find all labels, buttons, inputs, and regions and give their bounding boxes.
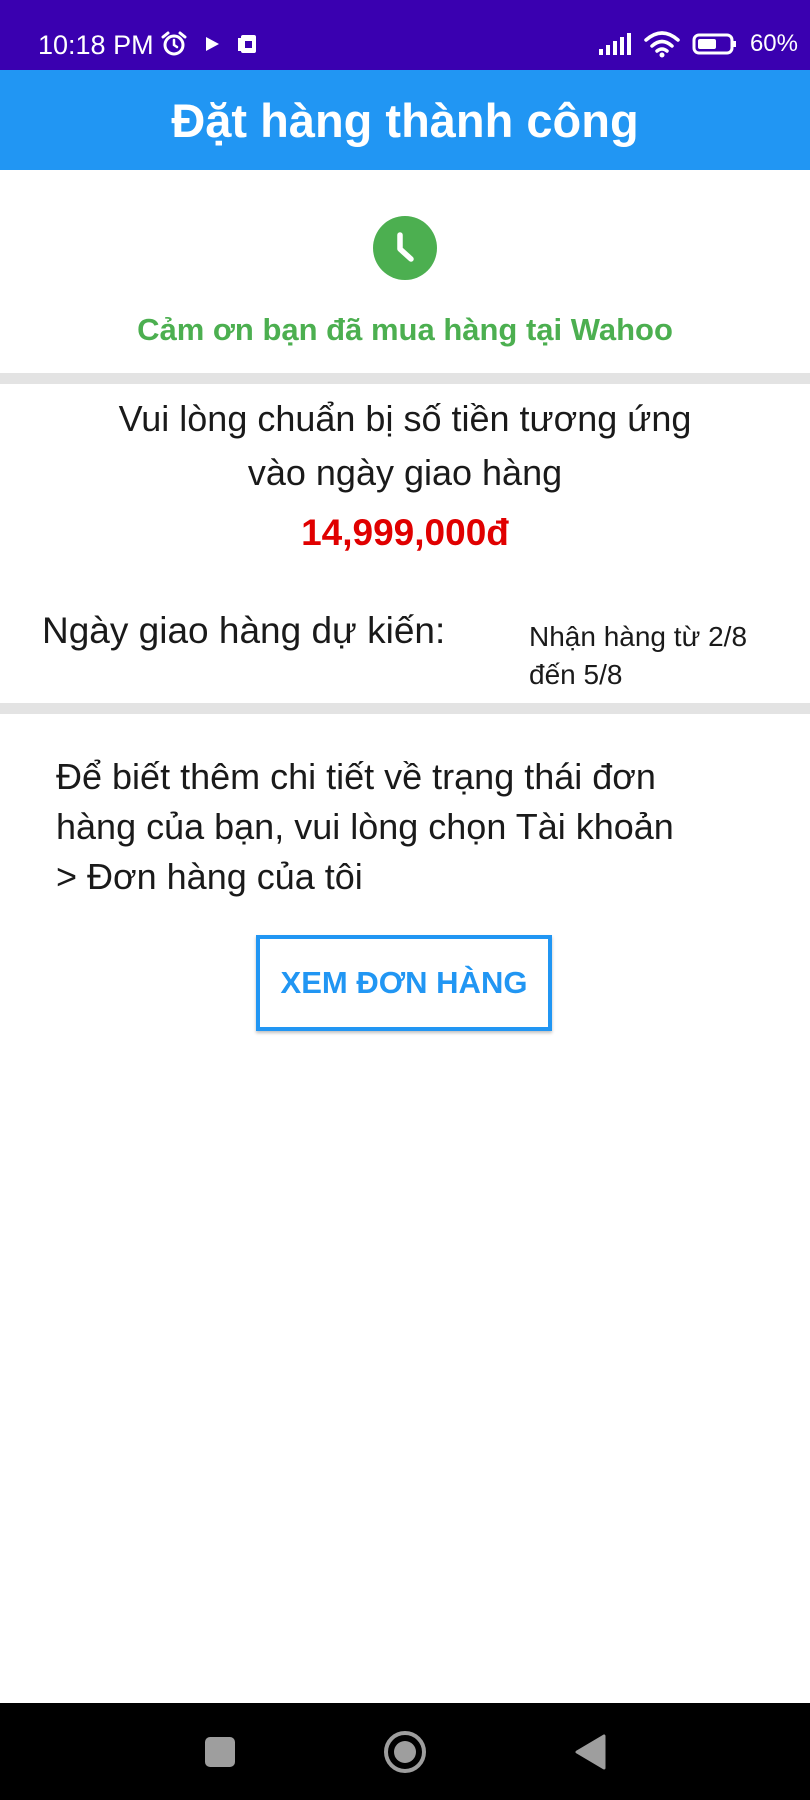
home-icon xyxy=(384,1730,426,1773)
delivery-date-line: đến 5/8 xyxy=(529,659,623,690)
recents-button[interactable] xyxy=(170,1703,270,1800)
info-line: > Đơn hàng của tôi xyxy=(56,856,363,897)
order-status-info: Để biết thêm chi tiết về trạng thái đơn … xyxy=(56,752,766,902)
home-button[interactable] xyxy=(355,1703,455,1800)
battery-icon xyxy=(692,33,736,55)
payment-instruction: Vui lòng chuẩn bị số tiền tương ứng vào … xyxy=(80,392,730,500)
alarm-icon xyxy=(161,31,187,56)
status-icons-right: 60% xyxy=(598,30,798,58)
play-icon xyxy=(206,37,219,51)
app-bar: Đặt hàng thành công xyxy=(0,70,810,170)
page-title: Đặt hàng thành công xyxy=(171,93,639,147)
info-line: hàng của bạn, vui lòng chọn Tài khoản xyxy=(56,806,674,847)
payment-instruction-line: Vui lòng chuẩn bị số tiền tương ứng xyxy=(118,398,692,439)
delivery-date-value: Nhận hàng từ 2/8 đến 5/8 xyxy=(529,618,804,694)
payment-instruction-line: vào ngày giao hàng xyxy=(247,452,563,493)
status-bar: 10:18 PM 60% xyxy=(0,0,810,70)
divider xyxy=(0,703,810,714)
info-line: Để biết thêm chi tiết về trạng thái đơn xyxy=(56,756,656,797)
navigation-bar xyxy=(0,1703,810,1800)
order-amount: 14,999,000đ xyxy=(301,512,509,553)
recents-icon xyxy=(205,1736,235,1767)
thank-you-message: Cảm ơn bạn đã mua hàng tại Wahoo xyxy=(137,312,673,347)
sim-card-icon xyxy=(238,35,256,53)
signal-icon xyxy=(598,33,631,55)
wifi-icon xyxy=(644,31,680,58)
back-button[interactable] xyxy=(540,1703,640,1800)
divider xyxy=(0,373,810,384)
battery-percent: 60% xyxy=(749,30,798,57)
delivery-date-label: Ngày giao hàng dự kiến: xyxy=(42,610,446,651)
status-icons-left xyxy=(160,30,260,58)
clock-icon xyxy=(373,216,437,280)
delivery-date-line: Nhận hàng từ 2/8 xyxy=(529,621,748,652)
back-icon xyxy=(575,1734,606,1769)
view-orders-button[interactable]: XEM ĐƠN HÀNG xyxy=(256,935,552,1031)
status-time: 10:18 PM xyxy=(38,30,154,60)
